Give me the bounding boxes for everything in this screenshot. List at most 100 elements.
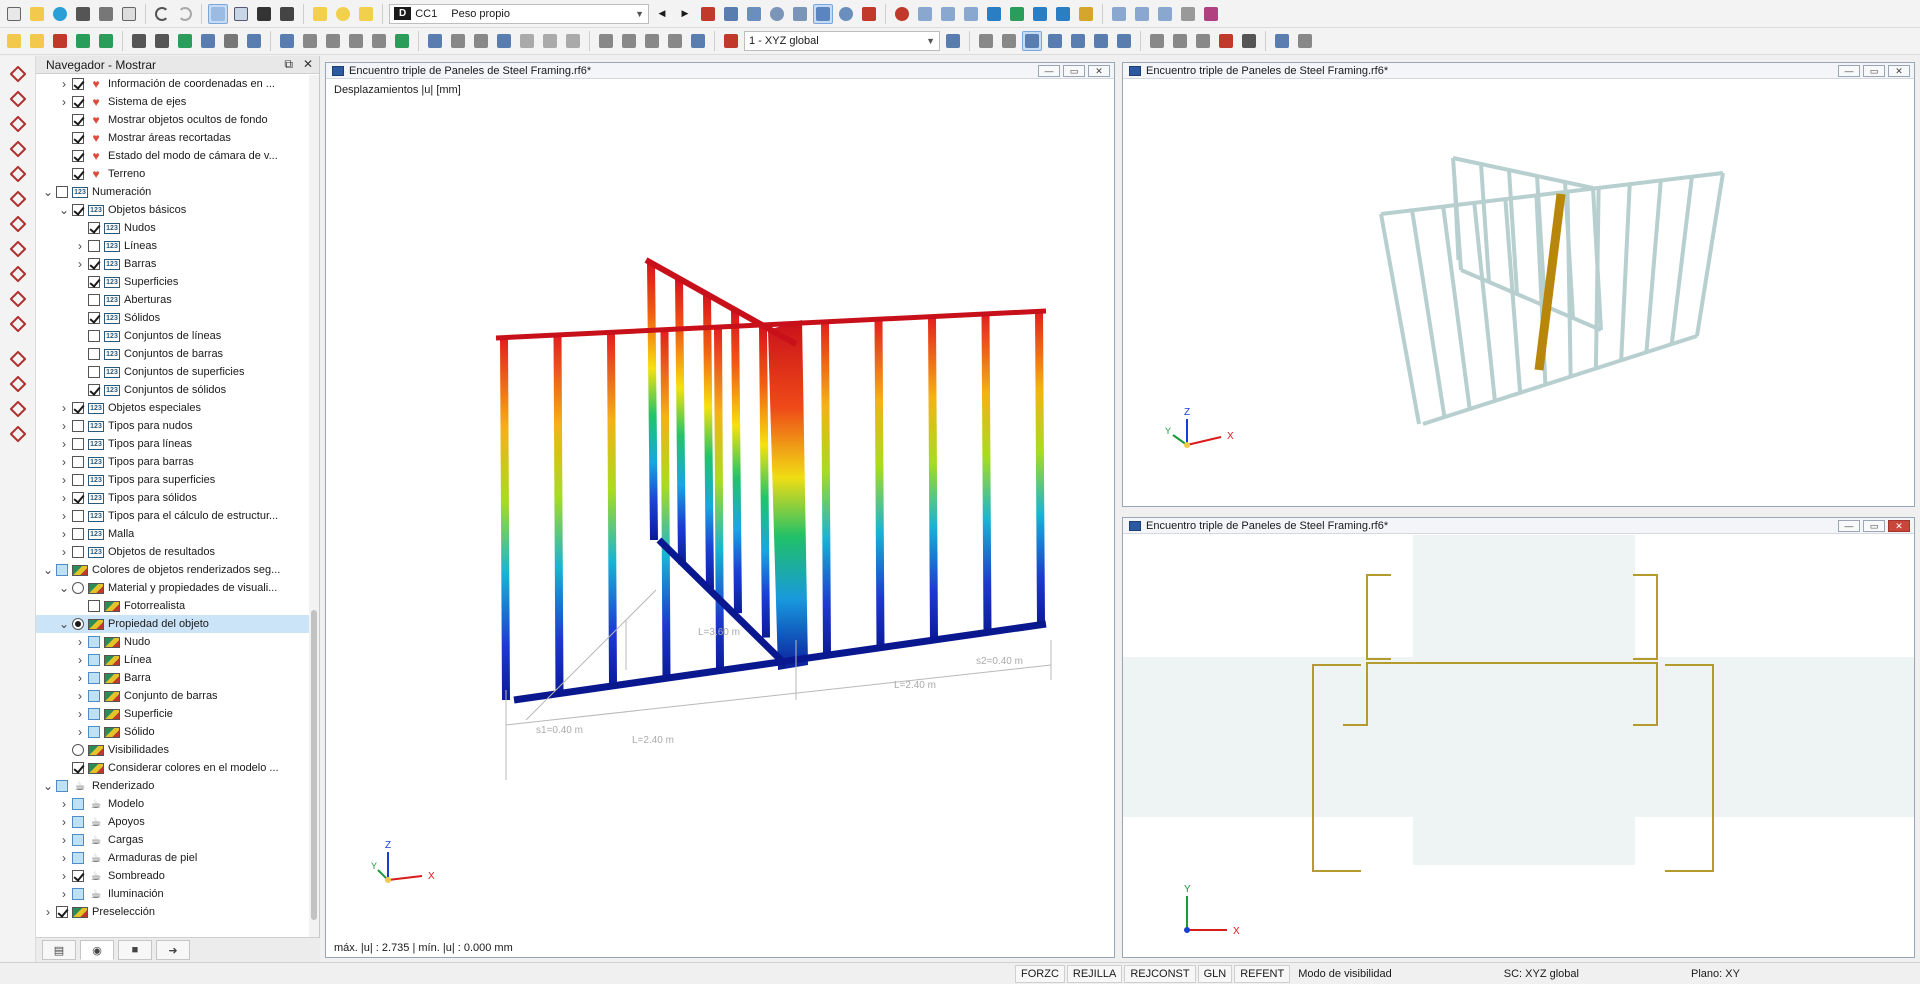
- tree-item[interactable]: 123 Conjuntos de superficies: [36, 363, 310, 381]
- cancel-icon[interactable]: [1216, 31, 1236, 51]
- axis-z-icon[interactable]: [1030, 4, 1050, 24]
- checkbox[interactable]: [72, 96, 84, 108]
- status-toggle-rejconst[interactable]: REJCONST: [1124, 964, 1196, 983]
- tree-item[interactable]: › ☕ Modelo: [36, 795, 310, 813]
- section-tool-icon[interactable]: [448, 31, 468, 51]
- checkbox[interactable]: [72, 456, 84, 468]
- member-arc-icon[interactable]: [8, 139, 28, 159]
- snap-object-icon[interactable]: [1022, 31, 1042, 51]
- frame-icon[interactable]: [471, 31, 491, 51]
- checkbox[interactable]: [72, 492, 84, 504]
- checkbox[interactable]: [88, 600, 100, 612]
- tree-item[interactable]: 123 Conjuntos de líneas: [36, 327, 310, 345]
- tree-item[interactable]: 123 Superficies: [36, 273, 310, 291]
- tree-item[interactable]: ⌄ Material y propiedades de visuali...: [36, 579, 310, 597]
- minimize-button[interactable]: —: [1838, 519, 1860, 532]
- tree-item[interactable]: 123 Nudos: [36, 219, 310, 237]
- checkbox[interactable]: [72, 888, 84, 900]
- checkbox[interactable]: [56, 564, 68, 576]
- cloud-icon[interactable]: [50, 4, 70, 24]
- pin-icon[interactable]: ⧉: [284, 57, 293, 72]
- chevron-right-icon[interactable]: ›: [72, 257, 88, 271]
- graph-icon[interactable]: [721, 31, 741, 51]
- dimension-tool-icon[interactable]: [198, 31, 218, 51]
- layers-icon[interactable]: [1109, 4, 1129, 24]
- chevron-down-icon[interactable]: ⌄: [56, 617, 72, 631]
- display-icon[interactable]: [310, 4, 330, 24]
- checkbox[interactable]: [72, 78, 84, 90]
- checkbox[interactable]: [72, 420, 84, 432]
- tree-item[interactable]: 123 Conjuntos de sólidos: [36, 381, 310, 399]
- chevron-right-icon[interactable]: ›: [56, 545, 72, 559]
- checkbox[interactable]: [72, 114, 84, 126]
- status-toggle-gln[interactable]: GLN: [1197, 964, 1233, 983]
- tree-item[interactable]: › ♥ Sistema de ejes: [36, 93, 310, 111]
- load-icon[interactable]: [175, 31, 195, 51]
- tree-item[interactable]: › Nudo: [36, 633, 310, 651]
- minimize-button[interactable]: —: [1038, 64, 1060, 77]
- open-folder-icon[interactable]: [27, 4, 47, 24]
- previous-load-case-icon[interactable]: ◀: [652, 4, 672, 24]
- plane-icon[interactable]: [1132, 4, 1152, 24]
- window-icon[interactable]: [1272, 31, 1292, 51]
- checkbox[interactable]: [72, 816, 84, 828]
- line-icon[interactable]: [27, 31, 47, 51]
- tree-item[interactable]: › 123 Objetos de resultados: [36, 543, 310, 561]
- tree-item[interactable]: › 123 Tipos para nudos: [36, 417, 310, 435]
- chevron-right-icon[interactable]: ›: [56, 473, 72, 487]
- tab-views-icon[interactable]: ■: [118, 940, 152, 960]
- scale-icon[interactable]: [1155, 4, 1175, 24]
- iso-view-icon[interactable]: [1076, 4, 1096, 24]
- supports-icon[interactable]: [744, 4, 764, 24]
- spring-icon[interactable]: [494, 31, 514, 51]
- checkbox[interactable]: [72, 132, 84, 144]
- radio-button[interactable]: [72, 744, 84, 756]
- view-filter-icon[interactable]: [813, 3, 833, 24]
- chevron-right-icon[interactable]: ›: [56, 815, 72, 829]
- checkbox[interactable]: [72, 474, 84, 486]
- grid-icon[interactable]: [596, 31, 616, 51]
- grid-point-icon[interactable]: [976, 31, 996, 51]
- tree-item[interactable]: Considerar colores en el modelo ...: [36, 759, 310, 777]
- checkbox[interactable]: [88, 708, 100, 720]
- radio-button[interactable]: [72, 582, 84, 594]
- member-set-icon[interactable]: [8, 214, 28, 234]
- tree-item[interactable]: › 123 Tipos para superficies: [36, 471, 310, 489]
- chevron-right-icon[interactable]: ›: [56, 509, 72, 523]
- checkbox[interactable]: [88, 348, 100, 360]
- checkbox[interactable]: [72, 852, 84, 864]
- tree-item[interactable]: › Sólido: [36, 723, 310, 741]
- scale-tool-icon[interactable]: [369, 31, 389, 51]
- console-icon[interactable]: [254, 4, 274, 24]
- delete-results-icon[interactable]: [892, 4, 912, 24]
- tree-item[interactable]: › 123 Tipos para sólidos: [36, 489, 310, 507]
- chevron-right-icon[interactable]: ›: [72, 707, 88, 721]
- new-model-icon[interactable]: [4, 4, 24, 24]
- chevron-right-icon[interactable]: ›: [56, 797, 72, 811]
- result-values-icon[interactable]: [721, 4, 741, 24]
- tree-item[interactable]: › ☕ Iluminación: [36, 885, 310, 903]
- checkbox[interactable]: [88, 636, 100, 648]
- tree-item[interactable]: 123 Conjuntos de barras: [36, 345, 310, 363]
- node-icon[interactable]: [4, 31, 24, 51]
- view-window-isometric[interactable]: Encuentro triple de Paneles de Steel Fra…: [1122, 62, 1915, 507]
- surface-icon[interactable]: [1178, 4, 1198, 24]
- tree-item[interactable]: › 123 Líneas: [36, 237, 310, 255]
- checkbox[interactable]: [88, 240, 100, 252]
- view-canvas[interactable]: Y X: [1123, 535, 1914, 957]
- tree-item[interactable]: › ☕ Armaduras de piel: [36, 849, 310, 867]
- mirror-icon[interactable]: [300, 31, 320, 51]
- next-load-case-icon[interactable]: ▶: [675, 4, 695, 24]
- scrollbar-thumb[interactable]: [311, 610, 317, 920]
- chevron-right-icon[interactable]: ›: [56, 401, 72, 415]
- save-icon[interactable]: [73, 4, 93, 24]
- chevron-right-icon[interactable]: ›: [72, 689, 88, 703]
- measure-distance-icon[interactable]: [1295, 31, 1315, 51]
- checkbox[interactable]: [72, 438, 84, 450]
- checkbox[interactable]: [88, 726, 100, 738]
- checkbox[interactable]: [88, 672, 100, 684]
- checkbox[interactable]: [72, 528, 84, 540]
- status-toggle-forzc[interactable]: FORZC: [1015, 964, 1065, 983]
- maximize-button[interactable]: ▭: [1863, 519, 1885, 532]
- hinge-icon[interactable]: [152, 31, 172, 51]
